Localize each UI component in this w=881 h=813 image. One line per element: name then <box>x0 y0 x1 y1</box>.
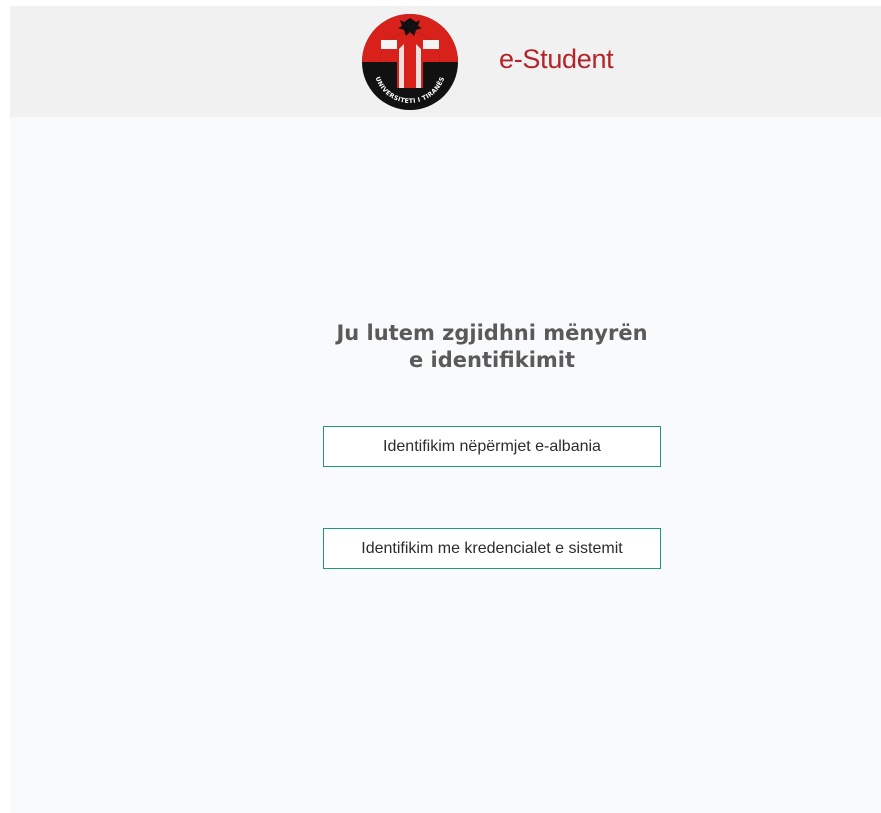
heading-line-1: Ju lutem zgjidhni mënyrën <box>336 321 648 345</box>
page-frame: UNIVERSITETI I TIRANËS e-Student Ju lute… <box>10 6 881 813</box>
login-ealbania-button[interactable]: Identifikim nëpërmjet e-albania <box>323 426 661 467</box>
login-method-heading: Ju lutem zgjidhni mënyrën e identifikimi… <box>292 320 692 374</box>
heading-line-2: e identifikimit <box>408 348 576 372</box>
university-logo-icon[interactable]: UNIVERSITETI I TIRANËS <box>360 12 460 112</box>
app-title: e-Student <box>499 44 614 74</box>
login-credentials-button[interactable]: Identifikim me kredencialet e sistemit <box>323 528 661 569</box>
header-bar: UNIVERSITETI I TIRANËS e-Student <box>10 6 881 117</box>
